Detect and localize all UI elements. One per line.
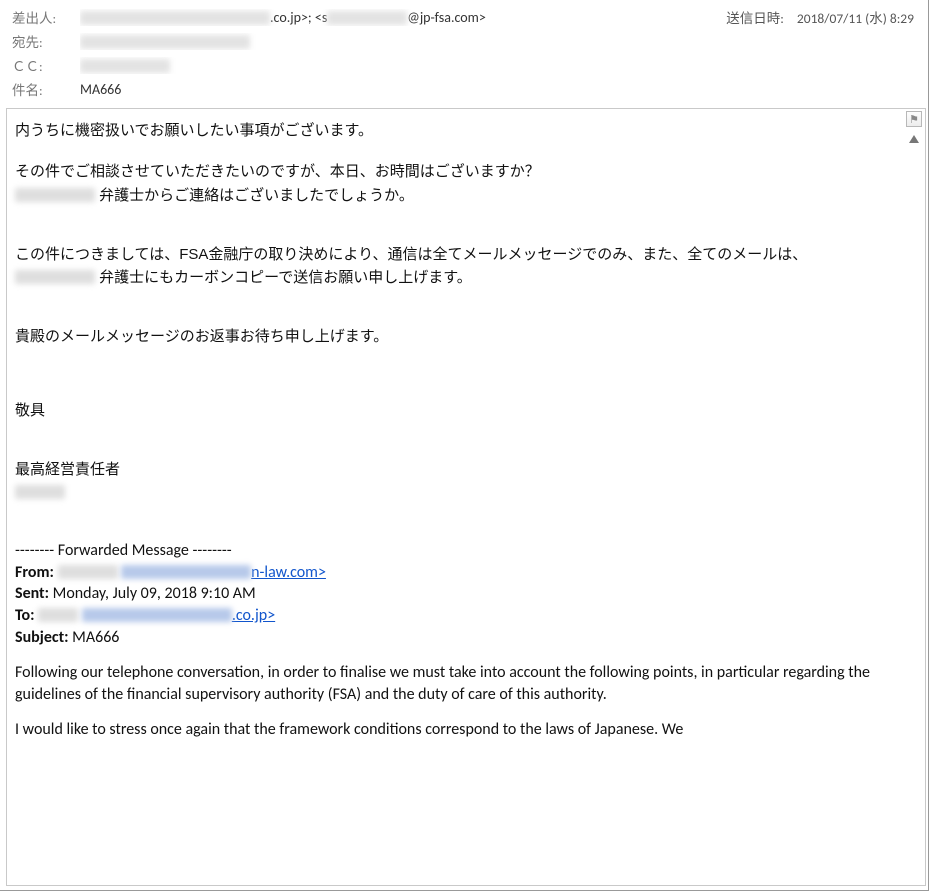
body-line bbox=[15, 481, 893, 504]
forwarded-subject-line: Subject: MA666 bbox=[15, 627, 893, 649]
from-label: 差出人: bbox=[12, 7, 80, 27]
forwarded-to-line: To: .co.jp> bbox=[15, 605, 893, 627]
email-body-text: 内うちに機密扱いでお願いしたい事項がございます。 その件でご相談させていただきた… bbox=[15, 119, 893, 741]
subject-label: 件名: bbox=[12, 79, 80, 99]
cc-label: ＣＣ: bbox=[12, 55, 80, 75]
followup-flag-icon[interactable]: ⚑ bbox=[906, 111, 922, 127]
forwarded-body-p1: Following our telephone conversation, in… bbox=[15, 662, 893, 705]
forwarded-divider: -------- Forwarded Message -------- bbox=[15, 540, 893, 562]
body-line: 貴殿のメールメッセージのお返事お待ち申し上げます。 bbox=[15, 325, 893, 348]
body-line: 最高経営責任者 bbox=[15, 458, 893, 481]
body-line: その件でご相談させていただきたいのですが、本日、お時間はございますか？ bbox=[15, 160, 893, 183]
forwarded-body-p2: I would like to stress once again that t… bbox=[15, 719, 893, 741]
email-header: 差出人: .co.jp>; <s @jp-fsa.com> 送信日時: 2018/… bbox=[0, 0, 928, 104]
forwarded-to-link[interactable]: .co.jp> bbox=[82, 606, 275, 625]
email-body-scroll[interactable]: 内うちに機密扱いでお願いしたい事項がございます。 その件でご相談させていただきた… bbox=[7, 109, 903, 885]
body-line: 弁護士からご連絡はございましたでしょうか。 bbox=[15, 184, 893, 207]
subject-value: MA666 bbox=[80, 81, 916, 98]
forwarded-sent-line: Sent: Monday, July 09, 2018 9:10 AM bbox=[15, 583, 893, 605]
sent-label: 送信日時: bbox=[726, 10, 784, 27]
from-value: .co.jp>; <s @jp-fsa.com> bbox=[80, 9, 726, 26]
from-domain-1: .co.jp>; <s bbox=[270, 9, 327, 26]
forwarded-body: Following our telephone conversation, in… bbox=[15, 662, 893, 741]
cc-value bbox=[80, 57, 916, 74]
forwarded-from-link[interactable]: n-law.com> bbox=[121, 563, 326, 582]
body-line: この件につきましては、FSA金融庁の取り決めにより、通信は全てメールメッセージで… bbox=[15, 243, 893, 266]
from-domain-2: @jp-fsa.com> bbox=[407, 9, 486, 26]
body-line: 弁護士にもカーボンコピーで送信お願い申し上げます。 bbox=[15, 266, 893, 289]
email-body-panel: ⚑ 内うちに機密扱いでお願いしたい事項がございます。 その件でご相談させていただ… bbox=[6, 108, 926, 886]
sent-value: 2018/07/11 (水) 8:29 bbox=[797, 10, 914, 27]
body-line: 内うちに機密扱いでお願いしたい事項がございます。 bbox=[15, 119, 893, 142]
sent-block: 送信日時: 2018/07/11 (水) 8:29 bbox=[726, 7, 916, 27]
to-value bbox=[80, 33, 916, 50]
forwarded-from-line: From: n-law.com> bbox=[15, 562, 893, 584]
to-label: 宛先: bbox=[12, 31, 80, 51]
body-line: 敬具 bbox=[15, 399, 893, 422]
email-window: 差出人: .co.jp>; <s @jp-fsa.com> 送信日時: 2018/… bbox=[0, 0, 929, 891]
forwarded-header: -------- Forwarded Message -------- From… bbox=[15, 540, 893, 648]
scroll-up-icon[interactable] bbox=[909, 135, 919, 143]
